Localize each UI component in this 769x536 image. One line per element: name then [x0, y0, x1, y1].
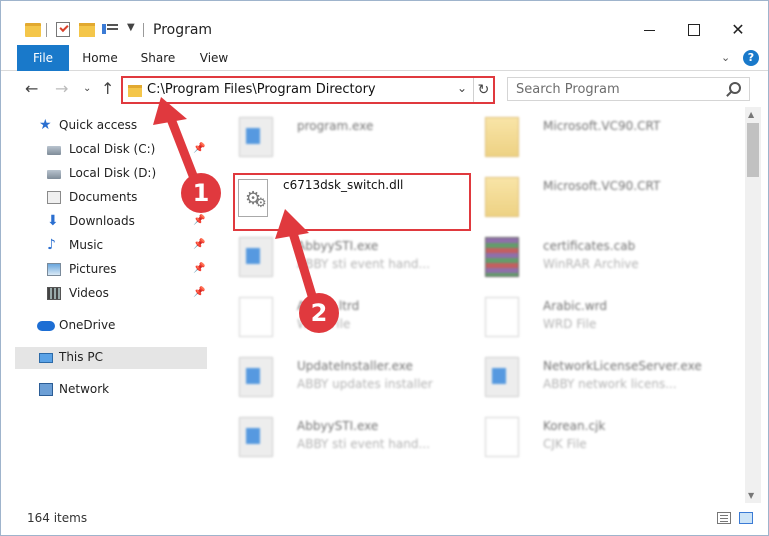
step-badge-2: 2 — [299, 293, 339, 333]
explorer-window: ▼ Program ✕ File Home Share View ⌄ ? ← →… — [0, 0, 769, 536]
arrow-2-shaft — [288, 231, 318, 301]
arrow-1-head — [153, 97, 187, 125]
arrow-2-head — [275, 209, 309, 239]
step-badge-1: 1 — [181, 173, 221, 213]
annotation-arrows — [153, 97, 318, 301]
